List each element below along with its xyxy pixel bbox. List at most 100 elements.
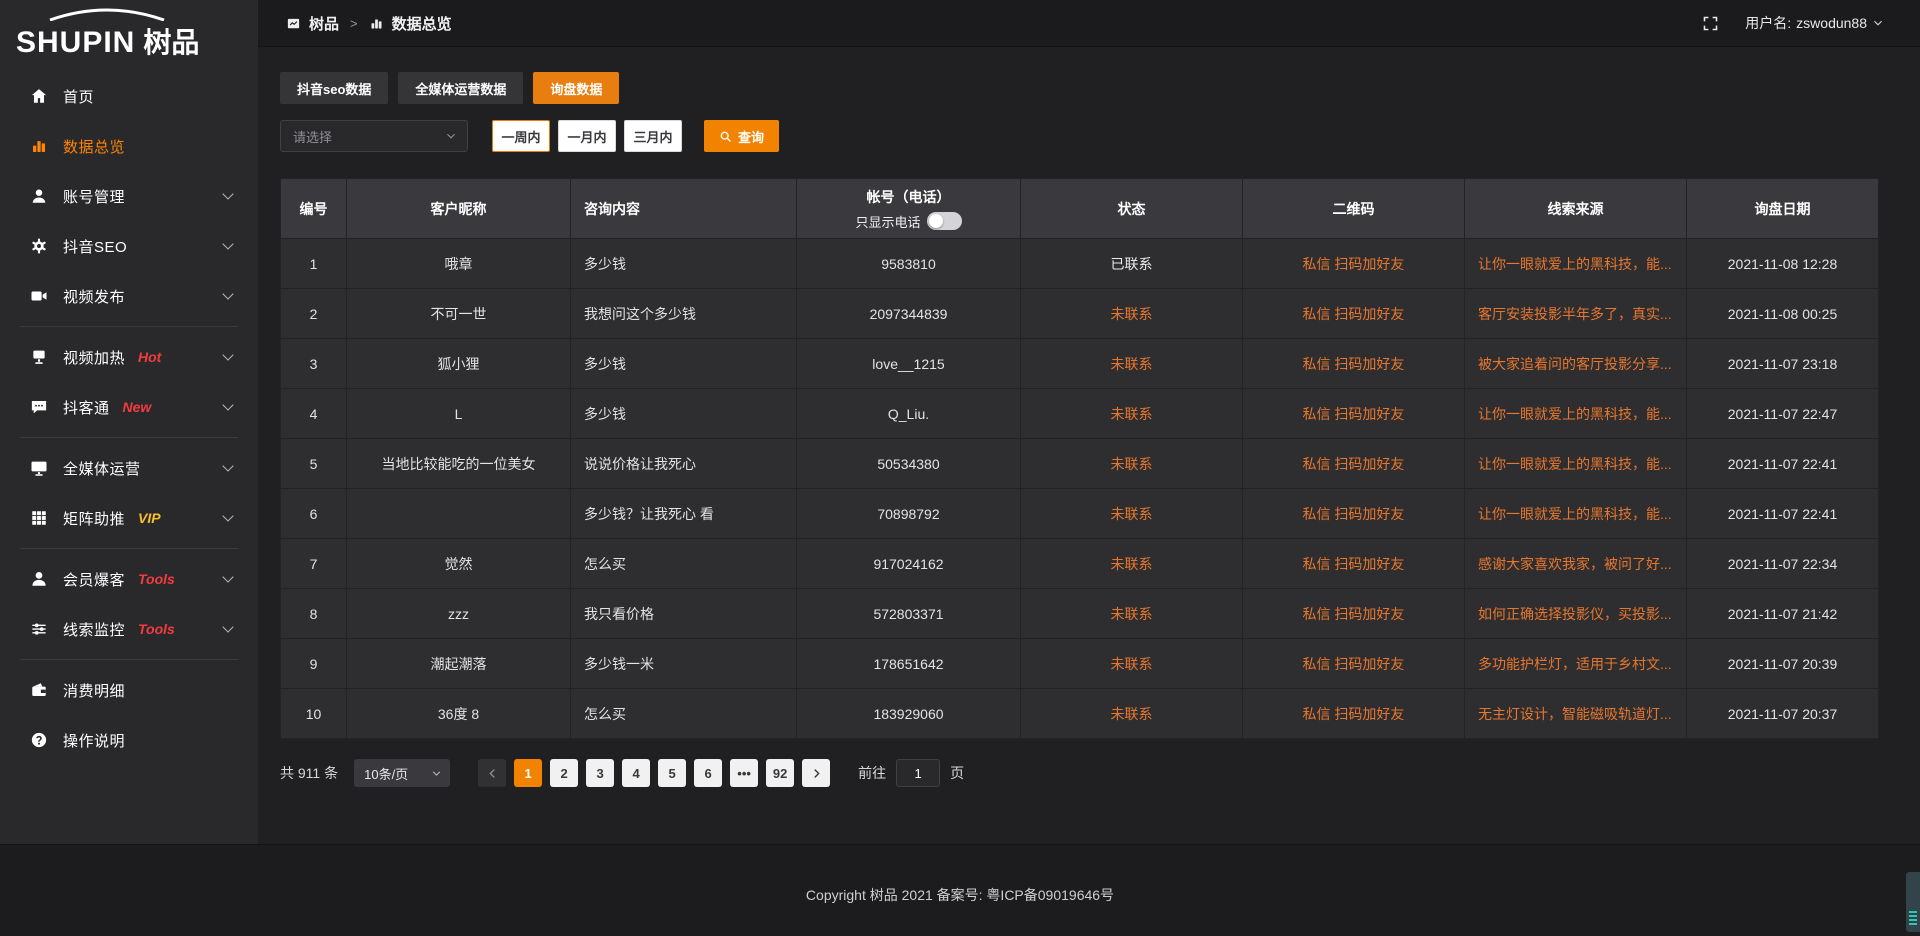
cell-source-link[interactable]: 让你一眼就爱上的黑科技，能... [1465,239,1687,289]
user-menu[interactable]: 用户名: zswodun88 [1745,13,1884,33]
cell-source-link[interactable]: 多功能护栏灯，适用于乡村文... [1465,639,1687,689]
period-button[interactable]: 三月内 [624,120,682,152]
breadcrumb-current: 数据总览 [392,13,452,34]
cell-date: 2021-11-08 00:25 [1687,289,1879,339]
breadcrumb-root[interactable]: 树品 [309,13,339,34]
cell-source-link[interactable]: 如何正确选择投影仪，买投影... [1465,589,1687,639]
cell-qrcode-link[interactable]: 私信 扫码加好友 [1243,589,1465,639]
tab-button[interactable]: 询盘数据 [533,72,619,104]
cell-qrcode-link[interactable]: 私信 扫码加好友 [1243,489,1465,539]
cell-qrcode-link[interactable]: 私信 扫码加好友 [1243,639,1465,689]
sidebar-item[interactable]: 视频加热 Hot [0,332,258,382]
cell-qrcode-link[interactable]: 私信 扫码加好友 [1243,389,1465,439]
page-size-select[interactable]: 10条/页 [354,759,450,787]
body-row: SHUPIN 树品 首页 数据总览 [0,0,1920,844]
tab-button[interactable]: 全媒体运营数据 [398,72,523,104]
sidebar-item-label: 抖音SEO [63,236,127,257]
cell-status: 未联系 [1021,539,1243,589]
period-button[interactable]: 一月内 [558,120,616,152]
page-button[interactable]: ••• [730,759,758,787]
cell-content: 怎么买 [571,539,797,589]
phone-only-toggle[interactable] [927,212,962,230]
total-count: 共 911 条 [280,763,338,783]
chevron-down-icon [222,238,233,249]
cell-source-link[interactable]: 让你一眼就爱上的黑科技，能... [1465,439,1687,489]
sidebar-item[interactable]: 操作说明 [0,715,258,765]
floating-widget[interactable] [1906,872,1920,932]
sidebar-item-icon [30,137,48,155]
table-row: 5 当地比较能吃的一位美女 说说价格让我死心 50534380 未联系 私信 扫… [281,439,1879,489]
sidebar-item[interactable]: 首页 [0,71,258,121]
cell-date: 2021-11-07 22:41 [1687,489,1879,539]
sidebar-item-icon [30,398,48,416]
sidebar-item-label: 会员爆客 [63,569,125,590]
page-button[interactable]: 6 [694,759,722,787]
page-button[interactable]: 4 [622,759,650,787]
cell-qrcode-link[interactable]: 私信 扫码加好友 [1243,689,1465,739]
cell-status: 已联系 [1021,239,1243,289]
sidebar: SHUPIN 树品 首页 数据总览 [0,0,258,844]
cell-source-link[interactable]: 客厅安装投影半年多了，真实... [1465,289,1687,339]
page-button[interactable]: 5 [658,759,686,787]
equalizer-bar [1909,923,1917,925]
sidebar-item[interactable]: 抖客通 New [0,382,258,432]
cell-status: 未联系 [1021,339,1243,389]
col-nickname: 客户昵称 [347,179,571,239]
cell-nickname: 36度 8 [347,689,571,739]
cell-qrcode-link[interactable]: 私信 扫码加好友 [1243,239,1465,289]
chevron-down-icon [222,460,233,471]
table-row: 7 觉然 怎么买 917024162 未联系 私信 扫码加好友 感谢大家喜欢我家… [281,539,1879,589]
search-button[interactable]: 查询 [704,120,779,152]
sidebar-item-badge: New [123,399,152,415]
app-logo[interactable]: SHUPIN 树品 [0,0,258,63]
cell-qrcode-link[interactable]: 私信 扫码加好友 [1243,439,1465,489]
fullscreen-icon[interactable] [1702,15,1719,32]
table-row: 8 zzz 我只看价格 572803371 未联系 私信 扫码加好友 如何正确选… [281,589,1879,639]
chevron-down-icon [222,399,233,410]
cell-source-link[interactable]: 无主灯设计，智能磁吸轨道灯... [1465,689,1687,739]
sidebar-item[interactable]: 矩阵助推 VIP [0,493,258,543]
sidebar-item[interactable]: 会员爆客 Tools [0,554,258,604]
data-tabs: 抖音seo数据 全媒体运营数据 询盘数据 [280,72,1878,104]
cell-source-link[interactable]: 被大家追着问的客厅投影分享... [1465,339,1687,389]
table-header: 编号 客户昵称 咨询内容 帐号（电话） 只显示电话 状态 [281,179,1879,239]
sidebar-item[interactable]: 视频发布 [0,271,258,321]
cell-content: 我只看价格 [571,589,797,639]
cell-qrcode-link[interactable]: 私信 扫码加好友 [1243,539,1465,589]
col-account-title: 帐号（电话） [797,187,1020,207]
sidebar-item[interactable]: 账号管理 [0,171,258,221]
page-button[interactable]: 1 [514,759,542,787]
sidebar-item[interactable]: 全媒体运营 [0,443,258,493]
period-button[interactable]: 一周内 [492,120,550,152]
sidebar-item-icon [30,620,48,638]
cell-nickname: 不可一世 [347,289,571,339]
cell-number: 7 [281,539,347,589]
sidebar-item[interactable]: 数据总览 [0,121,258,171]
filter-select[interactable]: 请选择 [280,120,468,152]
table-row: 1 哦章 多少钱 9583810 已联系 私信 扫码加好友 让你一眼就爱上的黑科… [281,239,1879,289]
cell-source-link[interactable]: 感谢大家喜欢我家，被问了好... [1465,539,1687,589]
sidebar-item[interactable]: 线索监控 Tools [0,604,258,654]
user-label: 用户名: [1745,13,1791,33]
logo-arc-icon [46,8,168,21]
cell-source-link[interactable]: 让你一眼就爱上的黑科技，能... [1465,489,1687,539]
next-page-button[interactable] [802,759,830,787]
cell-content: 说说价格让我死心 [571,439,797,489]
phone-only-label: 只显示电话 [855,212,920,231]
cell-source-link[interactable]: 让你一眼就爱上的黑科技，能... [1465,389,1687,439]
cell-number: 5 [281,439,347,489]
tab-button[interactable]: 抖音seo数据 [280,72,388,104]
page-button[interactable]: 3 [586,759,614,787]
sidebar-item-label: 视频加热 [63,347,125,368]
cell-qrcode-link[interactable]: 私信 扫码加好友 [1243,339,1465,389]
page-button[interactable]: 2 [550,759,578,787]
page-button[interactable]: 92 [766,759,794,787]
sidebar-item[interactable]: 消费明细 [0,665,258,715]
prev-page-button[interactable] [478,759,506,787]
breadcrumb: 树品 > 数据总览 [286,13,452,34]
cell-date: 2021-11-07 22:41 [1687,439,1879,489]
jump-page-input[interactable] [896,759,940,787]
cell-qrcode-link[interactable]: 私信 扫码加好友 [1243,289,1465,339]
cell-status: 未联系 [1021,289,1243,339]
sidebar-item[interactable]: 抖音SEO [0,221,258,271]
